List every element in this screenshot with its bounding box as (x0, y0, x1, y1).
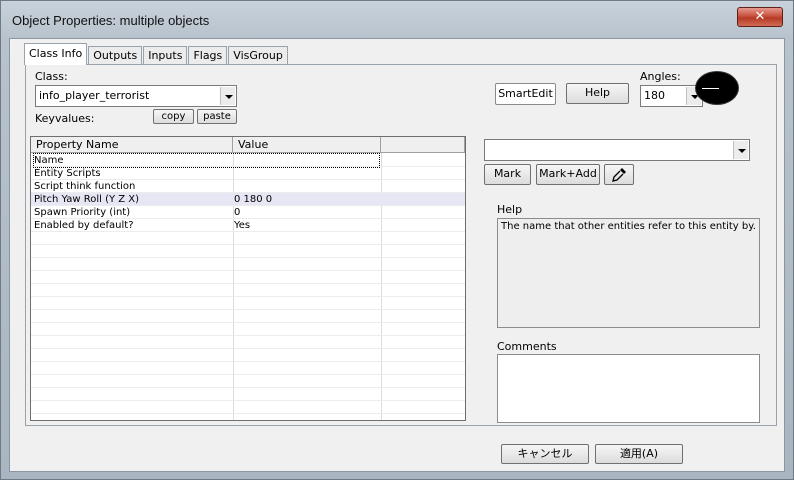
table-row[interactable]: Spawn Priority (int) 0 (31, 206, 465, 219)
class-info-panel: Class: info_player_terrorist Keyvalues: … (25, 64, 777, 426)
table-row[interactable]: Script think function (31, 180, 465, 193)
tab-flags[interactable]: Flags (188, 46, 228, 65)
property-name: Spawn Priority (int) (34, 207, 131, 218)
property-name: Pitch Yaw Roll (Y Z X) (34, 194, 140, 205)
empty-row (31, 297, 465, 310)
dialog-window: Object Properties: multiple objects ✕ Cl… (0, 0, 794, 480)
empty-row (31, 362, 465, 375)
empty-row (31, 232, 465, 245)
class-label: Class: (35, 70, 68, 83)
property-value: Yes (234, 220, 251, 231)
property-name: Name (33, 153, 380, 168)
help-label: Help (497, 203, 523, 216)
table-row[interactable]: Pitch Yaw Roll (Y Z X) 0 180 0 (31, 193, 465, 206)
cancel-button[interactable]: キャンセル (501, 444, 589, 464)
column-header-extra (381, 137, 465, 153)
empty-row (31, 271, 465, 284)
tab-class-info[interactable]: Class Info (24, 43, 88, 65)
empty-row (31, 336, 465, 349)
mark-button[interactable]: Mark (484, 164, 531, 185)
chevron-down-icon[interactable] (733, 141, 748, 159)
value-combo[interactable] (484, 139, 750, 161)
property-name: Entity Scripts (34, 168, 101, 179)
eyedropper-button[interactable] (604, 164, 634, 185)
empty-row (31, 245, 465, 258)
empty-row (31, 310, 465, 323)
property-name: Enabled by default? (34, 220, 134, 231)
angles-combo[interactable]: 180 (640, 85, 703, 107)
empty-row (31, 323, 465, 336)
empty-row (31, 284, 465, 297)
window-title: Object Properties: multiple objects (12, 13, 210, 28)
help-text-box: The name that other entities refer to th… (497, 218, 760, 328)
comments-label: Comments (497, 340, 557, 353)
property-name: Script think function (34, 181, 136, 192)
empty-row (31, 258, 465, 271)
tab-visgroup[interactable]: VisGroup (228, 46, 288, 65)
tab-strip: Class Info Outputs Inputs Flags VisGroup (24, 43, 289, 65)
column-header-property-name[interactable]: Property Name (31, 137, 233, 153)
apply-button[interactable]: 適用(A) (595, 444, 683, 464)
angles-label: Angles: (640, 70, 681, 83)
table-row[interactable]: Enabled by default? Yes (31, 219, 465, 232)
property-table: Property Name Value Name Entity Scripts … (30, 136, 466, 421)
help-button[interactable]: Help (566, 83, 629, 104)
comments-field[interactable] (497, 354, 760, 423)
table-row[interactable]: Name (31, 153, 465, 168)
help-text: The name that other entities refer to th… (501, 221, 756, 232)
column-header-value[interactable]: Value (233, 137, 381, 153)
property-value: 0 (234, 207, 241, 218)
paste-button[interactable]: paste (197, 109, 237, 124)
close-button[interactable]: ✕ (737, 7, 783, 27)
property-value: 0 180 0 (234, 194, 273, 205)
empty-row (31, 401, 465, 414)
angle-dial[interactable] (695, 71, 739, 105)
title-bar[interactable]: Object Properties: multiple objects ✕ (1, 1, 794, 39)
empty-row (31, 375, 465, 388)
table-row[interactable]: Entity Scripts (31, 167, 465, 180)
eyedropper-icon (612, 168, 626, 182)
empty-row (31, 349, 465, 362)
client-area: Class Info Outputs Inputs Flags VisGroup… (9, 38, 785, 472)
tab-inputs[interactable]: Inputs (143, 46, 188, 65)
empty-row (31, 388, 465, 401)
copy-button[interactable]: copy (153, 109, 194, 124)
tab-outputs[interactable]: Outputs (88, 46, 143, 65)
class-combo[interactable]: info_player_terrorist (35, 85, 237, 107)
keyvalues-label: Keyvalues: (35, 112, 95, 125)
mark-add-button[interactable]: Mark+Add (536, 164, 600, 185)
angles-value: 180 (644, 89, 665, 102)
close-icon: ✕ (754, 9, 766, 24)
class-value: info_player_terrorist (39, 89, 150, 102)
smartedit-button[interactable]: SmartEdit (495, 83, 556, 105)
chevron-down-icon[interactable] (220, 87, 235, 105)
